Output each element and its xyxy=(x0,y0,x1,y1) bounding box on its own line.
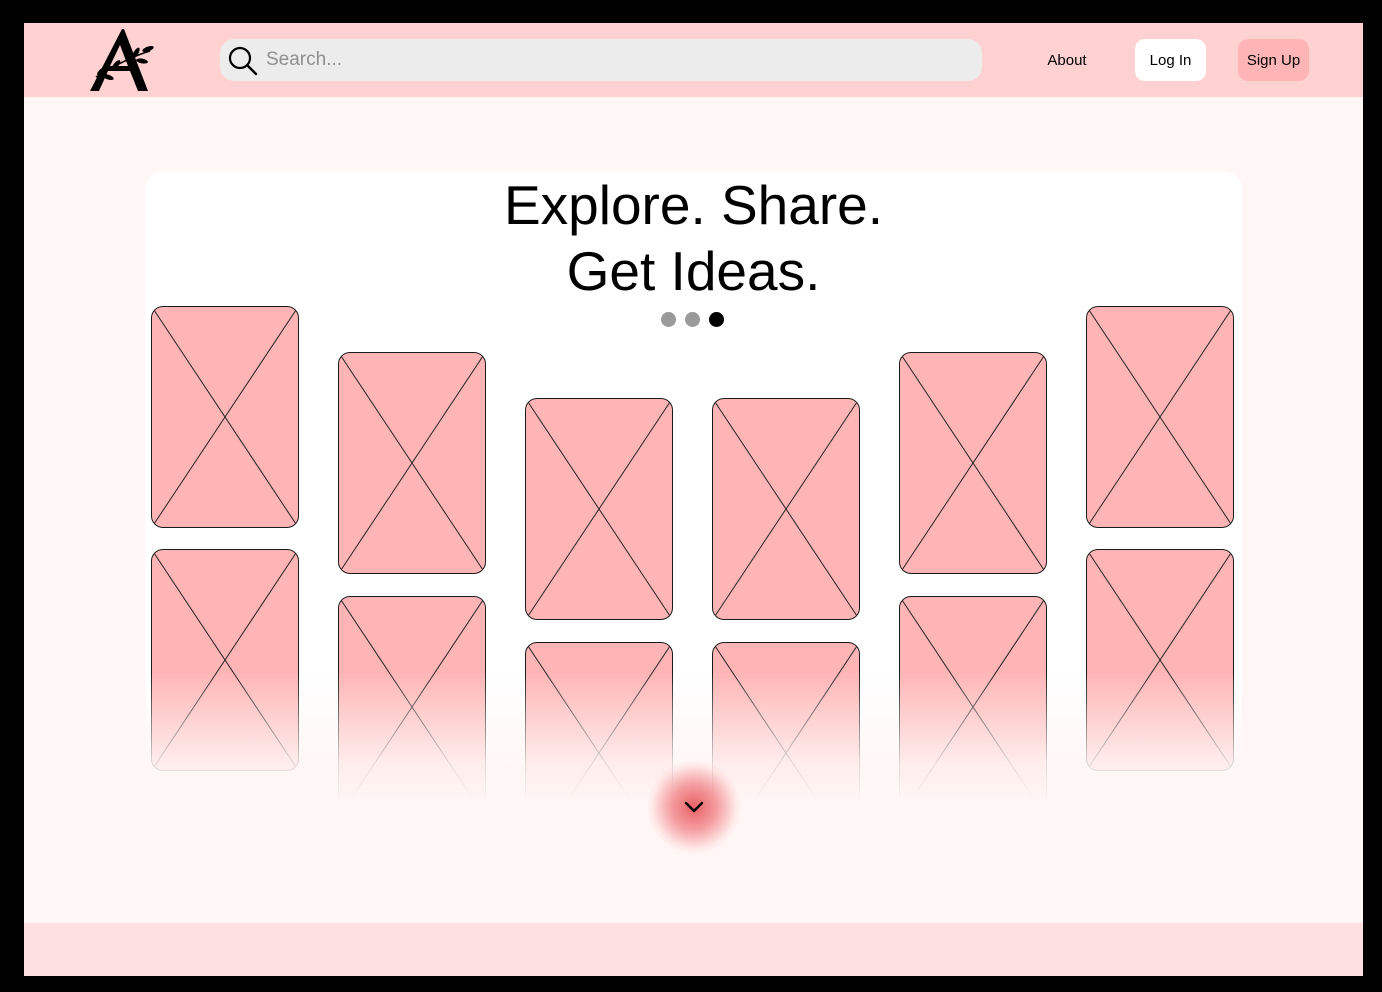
carousel-dot-3[interactable] xyxy=(709,312,724,327)
search-bar[interactable] xyxy=(220,39,982,81)
image-placeholder-card[interactable] xyxy=(1086,549,1234,771)
hero-headline-line-2: Get Ideas. xyxy=(566,240,821,302)
image-placeholder-card[interactable] xyxy=(151,306,299,528)
login-button[interactable]: Log In xyxy=(1135,39,1206,81)
hero-headline-line-1: Explore. Share. xyxy=(503,174,884,236)
image-placeholder-card[interactable] xyxy=(899,596,1047,802)
image-placeholder-card[interactable] xyxy=(338,596,486,802)
image-placeholder-card[interactable] xyxy=(712,398,860,620)
chevron-down-icon xyxy=(684,801,704,813)
search-input[interactable] xyxy=(266,39,966,81)
hero-section: Explore. Share. Get Ideas. xyxy=(145,172,1242,802)
footer-bar xyxy=(24,923,1363,976)
image-placeholder-card[interactable] xyxy=(899,352,1047,574)
image-placeholder-card[interactable] xyxy=(1086,306,1234,528)
search-icon[interactable] xyxy=(228,46,258,76)
carousel-dot-2[interactable] xyxy=(685,312,700,327)
signup-button[interactable]: Sign Up xyxy=(1238,39,1309,81)
top-navigation-bar: About Log In Sign Up xyxy=(24,23,1363,97)
image-placeholder-card[interactable] xyxy=(525,642,673,802)
page: About Log In Sign Up Explore. Share. Get… xyxy=(24,23,1363,976)
image-placeholder-card[interactable] xyxy=(525,398,673,620)
brand-logo-icon[interactable] xyxy=(86,27,156,93)
image-placeholder-card[interactable] xyxy=(338,352,486,574)
hero-headline: Explore. Share. Get Ideas. xyxy=(145,172,1242,304)
carousel-dot-1[interactable] xyxy=(661,312,676,327)
about-link[interactable]: About xyxy=(1032,39,1102,81)
image-placeholder-card[interactable] xyxy=(712,642,860,802)
carousel-indicator xyxy=(659,309,729,329)
scroll-down-button[interactable] xyxy=(648,761,740,853)
image-placeholder-card[interactable] xyxy=(151,549,299,771)
